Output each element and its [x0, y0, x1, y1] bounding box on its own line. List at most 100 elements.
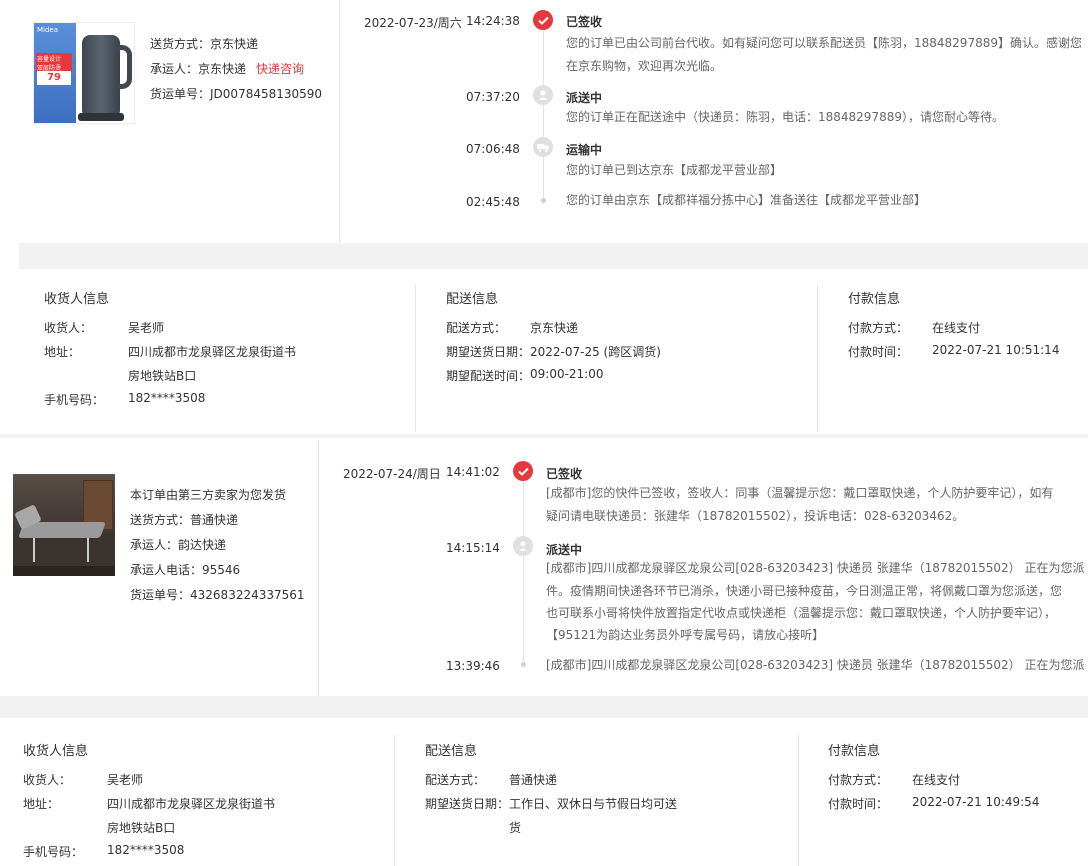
- payment-time-label: 付款时间：: [848, 345, 909, 359]
- event-description-line: 也可联系小哥将快件放置指定代收点或快递柜（温馨提示您：戴口罩取快递，个人防护要牢…: [546, 606, 1057, 620]
- kettle-body: [82, 35, 120, 115]
- shipping-method-label: 送货方式：: [150, 37, 211, 51]
- event-time: 07:06:48: [466, 142, 520, 156]
- carrier-label: 承运人：: [150, 62, 199, 76]
- tracking-value: 432683224337561: [190, 588, 305, 602]
- badge-line-1: 容量设计: [37, 56, 62, 63]
- receiver-name: 吴老师: [128, 321, 165, 335]
- receiver-info-title: 收货人信息: [44, 292, 110, 307]
- event-status: 派送中: [546, 543, 583, 557]
- event-description-line: [成都市]四川成都龙泉驿区龙泉公司[028-63203423] 快递员 张建华（…: [546, 561, 1085, 575]
- delivery-info-title: 配送信息: [425, 744, 478, 759]
- timeline-date: 2022-07-24/周日: [343, 467, 441, 481]
- payment-method: 在线支付: [932, 321, 981, 335]
- event-status: 已签收: [566, 15, 603, 29]
- timeline-dot: [541, 198, 546, 203]
- shipping-method-value: 普通快递: [190, 513, 239, 527]
- carrier: 承运人：韵达快递: [130, 536, 226, 553]
- delivering-icon: [513, 536, 533, 556]
- section-separator: [19, 243, 1088, 269]
- carrier-label: 承运人：: [130, 538, 179, 552]
- expected-time-label: 期望配送时间：: [446, 369, 531, 383]
- timeline-dot: [521, 662, 526, 667]
- receiver-name: 吴老师: [107, 773, 144, 787]
- phone-label: 手机号码：: [44, 393, 105, 407]
- phone: 182****3508: [128, 391, 206, 405]
- divider: [798, 735, 799, 866]
- kettle-handle: [118, 45, 132, 89]
- event-description: 您的订单正在配送途中（快递员：陈羽，电话：18848297889），请您耐心等待…: [566, 110, 1004, 124]
- event-status: 运输中: [566, 143, 603, 157]
- payment-method-label: 付款方式：: [828, 773, 889, 787]
- bed-leg: [33, 538, 35, 562]
- event-description-line: 【95121为韵达业务员外呼专属号码，请放心接听】: [546, 628, 825, 642]
- delivery-method: 普通快递: [509, 773, 558, 787]
- event-time: 14:24:38: [466, 14, 520, 28]
- timeline-date: 2022-07-23/周六: [364, 16, 462, 30]
- carrier-value: 韵达快递: [178, 538, 227, 552]
- expected-date-label: 期望送货日期：: [446, 345, 531, 359]
- event-time: 14:41:02: [446, 465, 500, 479]
- divider: [318, 440, 319, 696]
- third-party-note: 本订单由第三方卖家为您发货: [130, 488, 287, 502]
- timeline-line: [523, 480, 524, 666]
- kettle-base: [78, 113, 124, 121]
- receiver-name-label: 收货人：: [23, 773, 72, 787]
- product-image[interactable]: Midea 容量设计 双层防烫 79: [33, 22, 135, 124]
- shipping-method-label: 送货方式：: [130, 513, 191, 527]
- product-image[interactable]: [13, 474, 115, 576]
- phone: 182****3508: [107, 843, 185, 857]
- delivery-info-title: 配送信息: [446, 292, 499, 307]
- order-separator: [0, 434, 1088, 438]
- address-line-1: 四川成都市龙泉驿区龙泉街道书: [128, 345, 297, 359]
- delivery-method-label: 配送方式：: [425, 773, 486, 787]
- courier-inquiry-link[interactable]: 快递咨询: [256, 62, 304, 76]
- event-time: 07:37:20: [466, 90, 520, 104]
- address-label: 地址：: [23, 797, 60, 811]
- tracking-value: JD0078458130590: [210, 87, 323, 101]
- expected-date-label: 期望送货日期：: [425, 797, 510, 811]
- shipping-method-value: 京东快递: [210, 37, 259, 51]
- section-separator: [0, 696, 1088, 718]
- carrier-value: 京东快递: [198, 62, 247, 76]
- shipping-method: 送货方式：普通快递: [130, 511, 238, 528]
- carrier: 承运人：京东快递 快递咨询: [150, 60, 304, 77]
- event-description-line: [成都市]四川成都龙泉驿区龙泉公司[028-63203423] 快递员 张建华（…: [546, 658, 1085, 672]
- tracking-label: 货运单号：: [130, 588, 191, 602]
- signed-check-icon: [513, 461, 533, 481]
- payment-time: 2022-07-21 10:51:14: [932, 343, 1060, 357]
- address-line-2: 房地铁站B口: [107, 821, 176, 835]
- event-description-line: [成都市]您的快件已签收，签收人：同事（温馨提示您：戴口罩取快递，个人防护要牢记…: [546, 486, 1054, 500]
- tracking-number: 货运单号：JD0078458130590: [150, 85, 322, 102]
- divider: [415, 285, 416, 432]
- signed-check-icon: [533, 10, 553, 30]
- event-status: 派送中: [566, 91, 603, 105]
- receiver-name-label: 收货人：: [44, 321, 93, 335]
- bed-leg: [87, 538, 89, 562]
- event-status: 已签收: [546, 467, 583, 481]
- event-time: 13:39:46: [446, 659, 500, 673]
- expected-date-line-2: 货: [509, 821, 522, 835]
- delivery-method-label: 配送方式：: [446, 321, 507, 335]
- event-description-line: 疑问请电联快递员：张建华（18782015502），投诉电话：028-63203…: [546, 509, 965, 523]
- event-description-line: 件。疫情期间快递各环节已消杀，快递小哥已接种疫苗，今日测温正常，将佩戴口罩为您派…: [546, 584, 1063, 598]
- payment-method-label: 付款方式：: [848, 321, 909, 335]
- expected-date: 2022-07-25 (跨区调货): [530, 345, 661, 359]
- price-tag: 79: [37, 71, 71, 85]
- tracking-label: 货运单号：: [150, 87, 211, 101]
- receiver-info-title: 收货人信息: [23, 744, 89, 759]
- expected-time: 09:00-21:00: [530, 367, 604, 381]
- event-description: 您的订单由京东【成都祥福分拣中心】准备送往【成都龙平营业部】: [566, 193, 927, 207]
- payment-info-title: 付款信息: [828, 744, 881, 759]
- delivering-icon: [533, 85, 553, 105]
- divider: [817, 285, 818, 432]
- expected-date-line-1: 工作日、双休日与节假日均可送: [509, 797, 678, 811]
- payment-method: 在线支付: [912, 773, 961, 787]
- payment-time: 2022-07-21 10:49:54: [912, 795, 1040, 809]
- address-line-1: 四川成都市龙泉驿区龙泉街道书: [107, 797, 276, 811]
- product-badge: 容量设计 双层防烫: [36, 53, 72, 73]
- event-description: 您的订单已由公司前台代收。如有疑问您可以联系配送员【陈羽，18848297889…: [566, 36, 1082, 73]
- floor: [13, 566, 115, 576]
- event-time: 02:45:48: [466, 195, 520, 209]
- event-description: 您的订单已到达京东【成都龙平营业部】: [566, 163, 783, 177]
